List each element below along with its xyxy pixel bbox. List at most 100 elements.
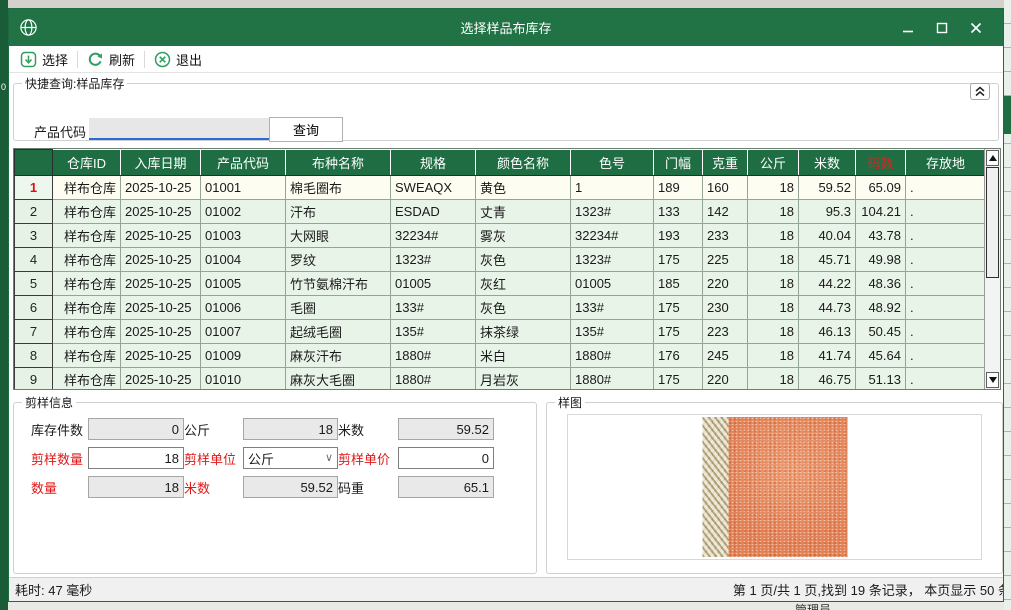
column-header[interactable]: 米数 [799,150,856,176]
row-number[interactable]: 1 [15,176,53,200]
table-cell[interactable]: 135# [391,320,476,344]
table-cell[interactable]: 样布仓库 [53,272,121,296]
column-header[interactable]: 颜色名称 [476,150,571,176]
table-row[interactable]: 5样布仓库2025-10-2501005竹节氨棉汗布01005灰红0100518… [15,272,986,296]
table-cell[interactable]: 46.13 [799,320,856,344]
table-cell[interactable]: 104.21 [856,200,906,224]
scroll-down-button[interactable] [986,372,999,388]
table-cell[interactable]: 01006 [201,296,286,320]
column-header[interactable]: 规格 [391,150,476,176]
table-cell[interactable]: 1323# [571,200,654,224]
table-cell[interactable]: 竹节氨棉汗布 [286,272,391,296]
query-button[interactable]: 查询 [269,117,343,142]
table-cell[interactable]: 1880# [571,368,654,391]
collapse-button[interactable] [970,83,990,100]
column-header[interactable]: 存放地 [906,150,986,176]
table-cell[interactable]: 2025-10-25 [121,248,201,272]
table-cell[interactable]: 44.22 [799,272,856,296]
table-cell[interactable]: . [906,200,986,224]
column-header[interactable]: 产品代码 [201,150,286,176]
product-code-input[interactable] [89,118,272,140]
table-cell[interactable]: 160 [703,176,748,200]
table-row[interactable]: 6样布仓库2025-10-2501006毛圈133#灰色133#17523018… [15,296,986,320]
refresh-button[interactable]: 刷新 [78,47,144,72]
table-cell[interactable]: 01001 [201,176,286,200]
table-cell[interactable]: 样布仓库 [53,320,121,344]
table-row[interactable]: 1样布仓库2025-10-2501001棉毛圈布SWEAQX黄色11891601… [15,176,986,200]
table-row[interactable]: 9样布仓库2025-10-2501010麻灰大毛圈1880#月岩灰1880#17… [15,368,986,391]
column-header[interactable]: 克重 [703,150,748,176]
table-cell[interactable]: . [906,224,986,248]
scroll-up-button[interactable] [986,150,999,166]
row-number[interactable]: 9 [15,368,53,391]
exit-button[interactable]: 退出 [145,47,211,72]
table-cell[interactable]: 1323# [391,248,476,272]
table-cell[interactable]: 135# [571,320,654,344]
table-cell[interactable]: . [906,368,986,391]
row-number[interactable]: 3 [15,224,53,248]
table-cell[interactable]: 223 [703,320,748,344]
table-cell[interactable]: 41.74 [799,344,856,368]
table-cell[interactable]: 样布仓库 [53,224,121,248]
table-cell[interactable]: 220 [703,272,748,296]
table-cell[interactable]: 50.45 [856,320,906,344]
column-header[interactable]: 布种名称 [286,150,391,176]
table-cell[interactable]: 18 [748,368,799,391]
table-cell[interactable]: 灰色 [476,248,571,272]
table-cell[interactable]: 18 [748,320,799,344]
column-header[interactable]: 码数 [856,150,906,176]
table-cell[interactable]: 01009 [201,344,286,368]
table-cell[interactable]: 2025-10-25 [121,368,201,391]
table-cell[interactable]: 抹茶绿 [476,320,571,344]
table-cell[interactable]: . [906,344,986,368]
table-cell[interactable]: 起绒毛圈 [286,320,391,344]
table-cell[interactable]: 样布仓库 [53,296,121,320]
table-cell[interactable]: 灰色 [476,296,571,320]
column-header[interactable]: 入库日期 [121,150,201,176]
table-cell[interactable]: 40.04 [799,224,856,248]
table-cell[interactable]: 51.13 [856,368,906,391]
table-cell[interactable]: 18 [748,200,799,224]
table-cell[interactable]: 01002 [201,200,286,224]
table-cell[interactable]: 95.3 [799,200,856,224]
table-cell[interactable]: 雾灰 [476,224,571,248]
table-cell[interactable]: . [906,296,986,320]
select-button[interactable]: 选择 [11,47,77,72]
table-cell[interactable]: 2025-10-25 [121,272,201,296]
table-cell[interactable]: 18 [748,176,799,200]
table-cell[interactable]: 46.75 [799,368,856,391]
table-cell[interactable]: 2025-10-25 [121,200,201,224]
table-cell[interactable]: 01004 [201,248,286,272]
table-cell[interactable]: 样布仓库 [53,368,121,391]
close-button[interactable] [959,15,993,41]
table-cell[interactable]: 18 [748,296,799,320]
table-cell[interactable]: 丈青 [476,200,571,224]
table-cell[interactable]: 230 [703,296,748,320]
cut-price-field[interactable]: 0 [398,447,494,469]
table-cell[interactable]: . [906,176,986,200]
table-cell[interactable]: 01003 [201,224,286,248]
table-row[interactable]: 4样布仓库2025-10-2501004罗纹1323#灰色1323#175225… [15,248,986,272]
table-cell[interactable]: . [906,272,986,296]
table-cell[interactable]: 1880# [391,344,476,368]
table-cell[interactable]: 245 [703,344,748,368]
row-number[interactable]: 7 [15,320,53,344]
table-cell[interactable]: 59.52 [799,176,856,200]
table-cell[interactable]: . [906,248,986,272]
table-cell[interactable]: 01007 [201,320,286,344]
row-number[interactable]: 5 [15,272,53,296]
table-cell[interactable]: 1323# [571,248,654,272]
table-cell[interactable]: 133 [654,200,703,224]
cut-unit-select[interactable]: 公斤∨ [243,447,338,469]
table-cell[interactable]: 样布仓库 [53,248,121,272]
maximize-button[interactable] [925,15,959,41]
table-cell[interactable]: 133# [391,296,476,320]
table-cell[interactable]: 45.71 [799,248,856,272]
table-cell[interactable]: 176 [654,344,703,368]
table-cell[interactable]: 48.36 [856,272,906,296]
table-cell[interactable]: 43.78 [856,224,906,248]
table-cell[interactable]: 18 [748,224,799,248]
table-cell[interactable]: 65.09 [856,176,906,200]
minimize-button[interactable] [891,15,925,41]
table-cell[interactable]: 毛圈 [286,296,391,320]
